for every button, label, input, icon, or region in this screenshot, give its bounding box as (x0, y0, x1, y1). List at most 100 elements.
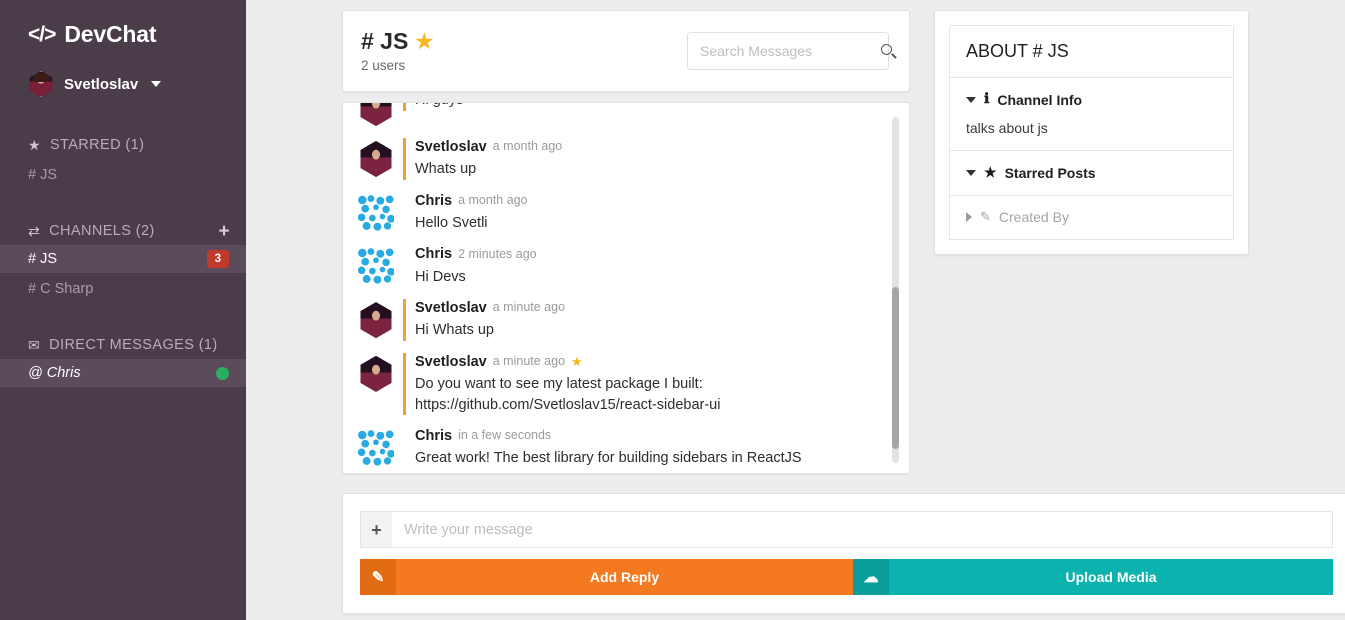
brand-logo: </> DevChat (0, 16, 246, 52)
message-meta: Chris a month ago (415, 192, 879, 210)
attach-button[interactable]: + (360, 511, 392, 548)
section-label: DIRECT MESSAGES (1) (49, 337, 218, 353)
message-scroll-area[interactable]: Hi guys Svetloslav a month ago (343, 103, 909, 473)
section-header-starred: ★ STARRED (1) (0, 133, 246, 157)
chevron-down-icon[interactable] (966, 96, 976, 103)
about-section-starred-posts[interactable]: ★ Starred Posts (949, 151, 1234, 196)
page-title: # JS ★ (361, 29, 687, 55)
sidebar-section-direct-messages: ✉ DIRECT MESSAGES (1) @ Chris (0, 333, 246, 387)
about-title: ABOUT # JS (949, 25, 1234, 78)
compose-area: + ✎ Add Reply ☁ Upload Media (342, 493, 1345, 614)
code-brackets-icon: </> (28, 22, 56, 46)
sidebar-item-channel-csharp[interactable]: # C Sharp (0, 275, 246, 303)
sidebar-section-channels: ⇄ CHANNELS (2) + # JS 3 # C Sharp (0, 219, 246, 303)
current-user[interactable]: Svetloslav (0, 65, 246, 103)
message-body: Hi guys (403, 103, 879, 111)
main-area: # JS ★ 2 users Search Messages Svetlosla… (246, 0, 1345, 620)
cloud-upload-icon: ☁ (853, 559, 889, 595)
avatar (358, 103, 394, 128)
section-label: CHANNELS (2) (49, 223, 155, 239)
message-text: Whats up (415, 161, 477, 178)
message-list: Hi guys Svetloslav a month ago (342, 102, 910, 474)
star-icon[interactable]: ★ (415, 31, 433, 53)
message-author: Svetloslav (415, 139, 487, 155)
sidebar-item-label: @ Chris (28, 365, 81, 381)
add-reply-button[interactable]: ✎ Add Reply (360, 559, 853, 595)
message-body: Svetloslav a minute ago Hi Whats up (403, 299, 879, 341)
message-body: Svetloslav a month ago Whats up (403, 138, 879, 180)
star-icon: ★ (984, 164, 997, 180)
message-items: Hi guys Svetloslav a month ago (343, 103, 879, 473)
message-item: Chris a month ago Hello Svetli (343, 186, 879, 240)
sidebar-item-dm-chris[interactable]: @ Chris (0, 359, 246, 387)
envelope-icon: ✉ (28, 337, 41, 353)
sidebar-item-starred-js[interactable]: # JS (0, 161, 246, 189)
channel-title-block: # JS ★ 2 users (361, 29, 687, 73)
message-timestamp: a month ago (458, 192, 528, 207)
search-icon[interactable] (881, 43, 896, 59)
message-author: Chris (415, 246, 453, 263)
message-body: Svetloslav a minute ago ★ Do you want to… (403, 352, 879, 416)
add-reply-label: Add Reply (589, 569, 660, 585)
message-text: Hello Svetli (415, 214, 488, 231)
section-label: STARRED (1) (49, 137, 145, 153)
info-icon: ℹ (984, 92, 990, 107)
message-meta: Chris 2 minutes ago (415, 245, 879, 263)
about-section-created-by[interactable]: ✎ Created By (949, 196, 1234, 240)
channel-info-text: talks about js (966, 120, 1048, 136)
upload-media-label: Upload Media (1065, 569, 1157, 585)
message-timestamp: a minute ago (492, 300, 566, 315)
sidebar: </> DevChat Svetloslav ★ STARRED (1) # J… (0, 0, 246, 620)
message-timestamp: 2 minutes ago (458, 246, 537, 261)
about-section-channel-info[interactable]: ℹ Channel Info talks about js (949, 78, 1234, 151)
section-header-channels: ⇄ CHANNELS (2) + (0, 219, 246, 243)
message-text: Do you want to see my latest package I b… (415, 375, 721, 413)
message-author: Chris (415, 192, 453, 209)
about-section-label: Starred Posts (1004, 164, 1096, 181)
avatar (358, 300, 394, 341)
message-item: Svetloslav a minute ago ★ Do you want to… (343, 347, 879, 421)
pencil-icon: ✎ (980, 209, 991, 224)
about-section-header[interactable]: ℹ Channel Info (966, 91, 1217, 108)
message-meta: Chris in a few seconds (415, 427, 879, 445)
avatar (358, 353, 394, 394)
brand-name: DevChat (64, 20, 157, 47)
sidebar-item-label: # JS (28, 167, 58, 183)
message-text: Hi Whats up (415, 322, 494, 339)
avatar (358, 430, 394, 467)
add-channel-button[interactable]: + (219, 222, 231, 241)
message-item: Chris in a few seconds Great work! The b… (343, 421, 879, 473)
chevron-right-icon[interactable] (966, 212, 972, 222)
message-body: Chris 2 minutes ago Hi Devs (406, 245, 879, 287)
upload-media-button[interactable]: ☁ Upload Media (853, 559, 1333, 595)
about-section-label: Channel Info (997, 91, 1083, 108)
channel-header: # JS ★ 2 users (342, 10, 910, 92)
message-meta: Svetloslav a minute ago ★ (415, 353, 879, 371)
search-input[interactable] (700, 43, 881, 59)
avatar (358, 139, 394, 179)
compose-input-row: + (360, 511, 1333, 548)
chevron-down-icon[interactable] (966, 169, 976, 176)
compose-buttons: ✎ Add Reply ☁ Upload Media (360, 559, 1333, 595)
star-icon: ★ (28, 137, 41, 153)
chevron-down-icon[interactable] (151, 81, 162, 87)
message-author: Chris (415, 428, 453, 445)
message-body: Chris a month ago Hello Svetli (406, 192, 879, 234)
search-box[interactable] (687, 32, 892, 70)
current-user-name: Svetloslav (64, 75, 139, 93)
sidebar-item-channel-js[interactable]: # JS 3 (0, 245, 246, 273)
message-meta: Svetloslav a minute ago (415, 299, 879, 317)
about-section-header[interactable]: ✎ Created By (966, 209, 1217, 225)
compose-pencil-icon: ✎ (360, 559, 396, 595)
scrollbar-thumb[interactable] (892, 286, 899, 450)
star-icon[interactable]: ★ (571, 354, 583, 370)
message-input[interactable] (392, 511, 1333, 548)
scrollbar[interactable] (892, 117, 899, 463)
about-section-header[interactable]: ★ Starred Posts (966, 164, 1217, 181)
message-item: Chris 2 minutes ago Hi Devs (343, 239, 879, 293)
message-text: Hi Devs (415, 268, 466, 285)
message-author: Svetloslav (415, 353, 487, 370)
message-item: Svetloslav a minute ago Hi Whats up (343, 293, 879, 347)
about-panel: ABOUT # JS ℹ Channel Info talks about js… (934, 10, 1249, 255)
message-timestamp: a minute ago (492, 354, 566, 369)
